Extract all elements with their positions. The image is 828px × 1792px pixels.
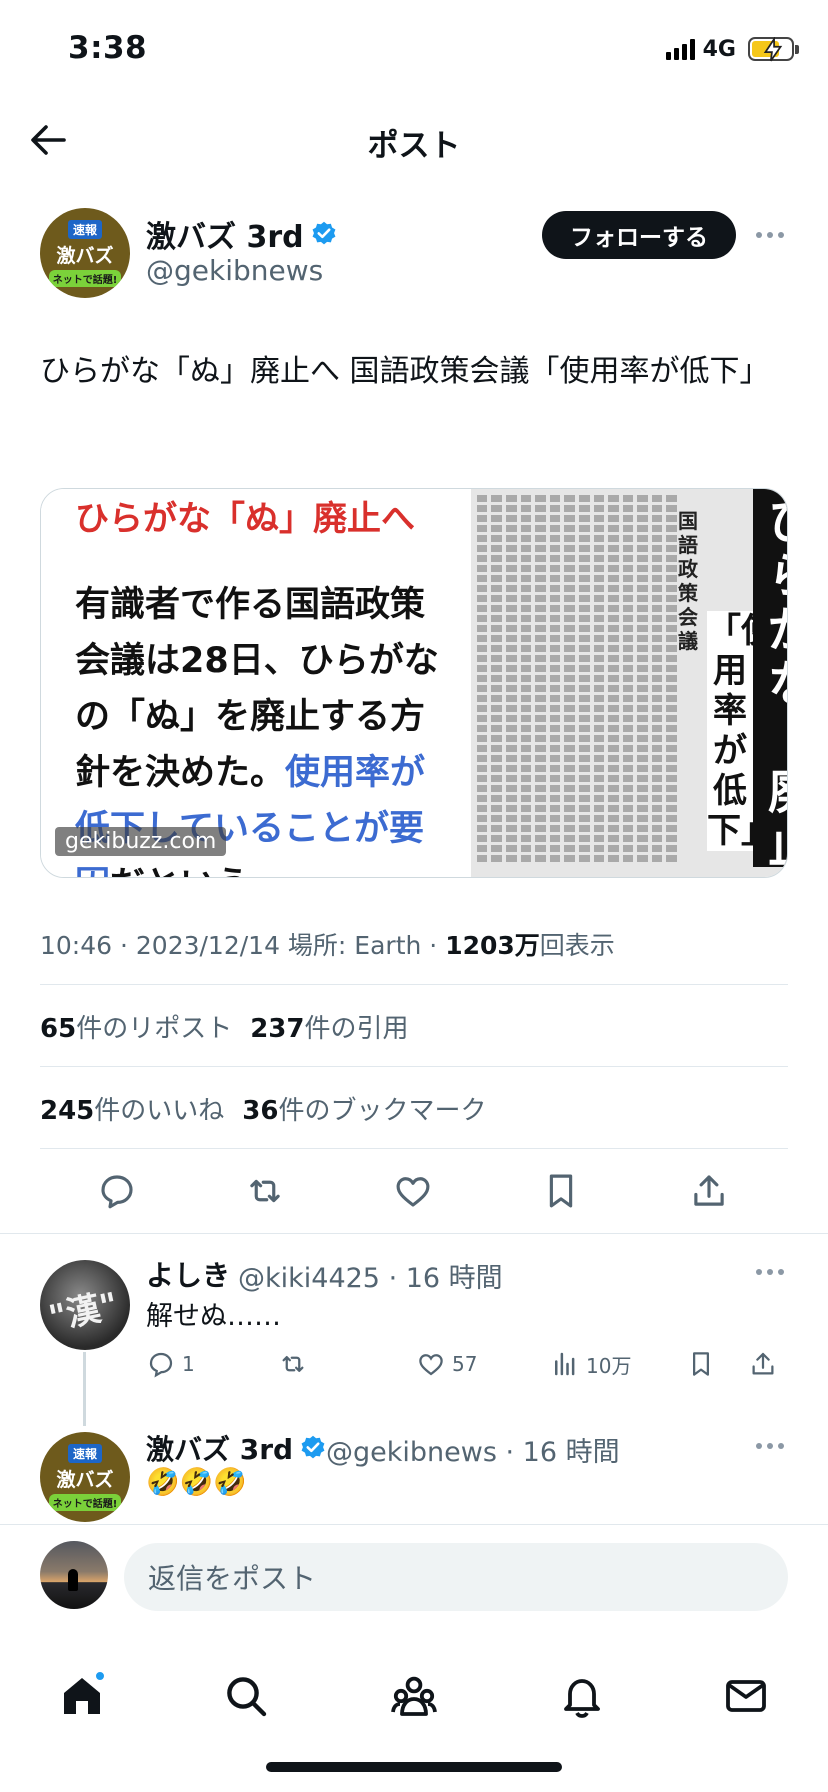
- bookmarks-stat[interactable]: 36件のブックマーク: [242, 1096, 486, 1126]
- repost-icon: [282, 1356, 304, 1372]
- post-time: 10:46 · 2023/12/14 場所: Earth ·: [40, 931, 446, 960]
- home-indicator: [266, 1762, 562, 1772]
- image-watermark: gekibuzz.com: [55, 827, 227, 856]
- reply-more-icon[interactable]: [752, 1440, 788, 1452]
- reply-icon: [149, 1352, 173, 1378]
- author-handle[interactable]: @gekibnews: [146, 254, 323, 287]
- messages-icon[interactable]: [722, 1672, 770, 1720]
- avatar-badge-text: 速報: [67, 219, 102, 239]
- bookmark-icon[interactable]: [540, 1170, 582, 1212]
- newspaper-columns: [476, 489, 677, 877]
- verified-badge-icon: [301, 1435, 325, 1459]
- status-bar: 3:38 4G: [0, 0, 828, 100]
- post-image[interactable]: ひらがな「ぬ」廃止へ 有識者で作る国語政策会議は28日、ひらがなの「ぬ」を廃止す…: [40, 488, 788, 878]
- author-name[interactable]: 激バズ 3rd: [146, 212, 338, 256]
- network-label: 4G: [702, 36, 736, 62]
- avatar-title-text: 激バズ: [56, 244, 114, 267]
- follow-button[interactable]: フォローする: [542, 211, 736, 259]
- newspaper-subhead: 国語政策会議: [678, 509, 698, 653]
- quotes-stat[interactable]: 237件の引用: [250, 1014, 408, 1044]
- reply-bookmark-button[interactable]: [686, 1346, 716, 1382]
- like-bookmark-stats: 245件のいいね 36件のブックマーク: [40, 1090, 487, 1127]
- repost-quote-stats: 65件のリポスト 237件の引用: [40, 1008, 409, 1045]
- like-icon: [419, 1354, 443, 1376]
- communities-icon[interactable]: [390, 1672, 438, 1720]
- newspaper-headline-box: ひらがな「ぬ」廃止へ: [753, 489, 787, 877]
- reply-avatar[interactable]: 速報 激バズ ネットで話題!: [40, 1432, 130, 1522]
- divider: [40, 1066, 788, 1067]
- reply-more-icon[interactable]: [752, 1266, 788, 1278]
- newspaper-boxed-head: 「使用率が低下」: [707, 611, 775, 851]
- divider: [40, 984, 788, 985]
- reply-reply-button[interactable]: 1: [146, 1346, 195, 1382]
- reply-text: 解せぬ……: [146, 1301, 281, 1332]
- more-options-icon[interactable]: [752, 229, 788, 241]
- avatar-graphic: "漢": [45, 1285, 122, 1339]
- my-avatar[interactable]: [40, 1541, 108, 1609]
- battery-icon: [748, 37, 799, 62]
- reply-author-name[interactable]: よしき: [146, 1254, 230, 1294]
- reply-author-name[interactable]: 激バズ 3rd: [146, 1428, 327, 1468]
- reply-author-handle[interactable]: @kiki4425 · 16 時間: [238, 1256, 503, 1295]
- reply-count: 1: [182, 1352, 195, 1376]
- view-label: 回表示: [539, 931, 615, 960]
- views-icon: [555, 1352, 575, 1376]
- reply-composer: 返信をポスト: [0, 1524, 828, 1630]
- status-time: 3:38: [68, 30, 148, 66]
- signal-icon: [665, 38, 695, 60]
- view-count: 1203万: [445, 931, 540, 960]
- reply-input[interactable]: 返信をポスト: [124, 1543, 788, 1611]
- repost-icon[interactable]: [244, 1170, 286, 1212]
- image-headline: ひらがな「ぬ」廃止へ: [75, 499, 415, 539]
- top-bar: ポスト: [0, 100, 828, 180]
- post-actions: [0, 1170, 828, 1220]
- notification-dot: [94, 1670, 106, 1682]
- page-title: ポスト: [367, 128, 461, 164]
- verified-badge-icon: [312, 221, 336, 245]
- newspaper-clipping: 国語政策会議 「使用率が低下」 ひらがな「ぬ」廃止へ: [471, 489, 787, 877]
- reply-text: 🤣🤣🤣: [146, 1467, 247, 1498]
- reply-author-handle[interactable]: @gekibnews · 16 時間: [326, 1430, 620, 1469]
- reply-actions: 1 57 10万: [146, 1346, 786, 1382]
- reposts-stat[interactable]: 65件のリポスト: [40, 1014, 232, 1044]
- reply-views-button[interactable]: 10万: [550, 1346, 631, 1382]
- author-name-text: 激バズ 3rd: [146, 220, 304, 255]
- likes-stat[interactable]: 245件のいいね: [40, 1096, 224, 1126]
- notifications-icon[interactable]: [558, 1672, 606, 1720]
- thread-line: [83, 1352, 86, 1426]
- share-icon: [752, 1352, 774, 1375]
- reply-icon[interactable]: [96, 1170, 138, 1212]
- like-count: 57: [452, 1352, 478, 1376]
- divider: [40, 1148, 788, 1149]
- reply-avatar[interactable]: "漢": [40, 1260, 130, 1350]
- image-left-panel: ひらがな「ぬ」廃止へ 有識者で作る国語政策会議は28日、ひらがなの「ぬ」を廃止す…: [41, 489, 471, 877]
- avatar-sub-text: ネットで話題!: [48, 269, 122, 287]
- search-icon[interactable]: [222, 1672, 270, 1720]
- status-right: 4G: [665, 36, 799, 62]
- image-body-tail: だという。: [110, 865, 283, 877]
- post-meta: 10:46 · 2023/12/14 場所: Earth · 1203万回表示: [40, 926, 615, 962]
- reply-like-button[interactable]: 57: [416, 1346, 477, 1382]
- reply-repost-button[interactable]: [278, 1346, 308, 1382]
- divider: [0, 1233, 828, 1234]
- post-text: ひらがな「ぬ」廃止へ 国語政策会議「使用率が低下」: [40, 354, 770, 389]
- bookmark-icon: [693, 1352, 709, 1376]
- view-count: 10万: [586, 1353, 632, 1378]
- author-avatar[interactable]: 速報 激バズ ネットで話題!: [40, 208, 130, 298]
- newspaper-headline: ひらがな「ぬ」廃止へ: [763, 495, 787, 877]
- share-icon[interactable]: [688, 1170, 730, 1212]
- reply-share-button[interactable]: [748, 1346, 778, 1382]
- like-icon[interactable]: [392, 1170, 434, 1212]
